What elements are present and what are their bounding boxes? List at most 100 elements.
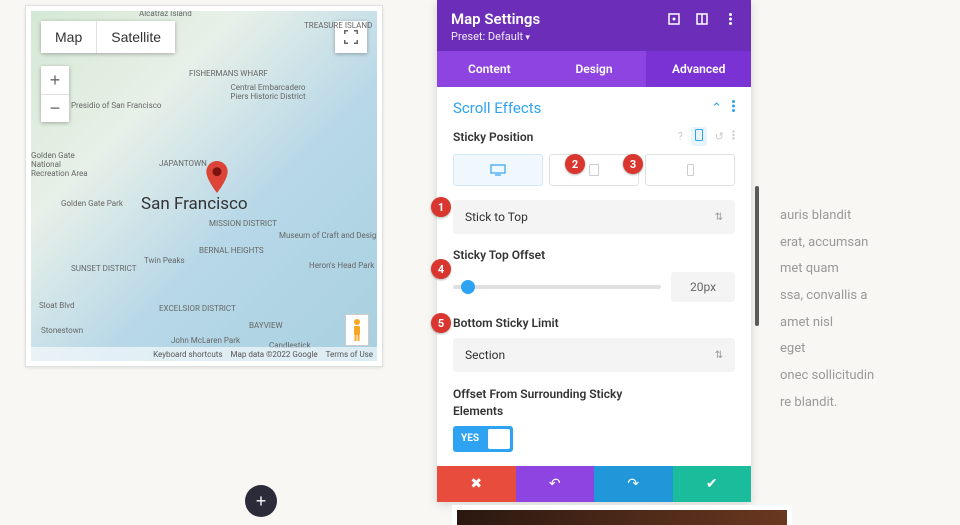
settings-header: Map Settings Preset: Default bbox=[437, 0, 751, 51]
text-line: erat, accumsan bbox=[780, 231, 935, 256]
zoom-out-button[interactable]: − bbox=[41, 94, 69, 122]
desktop-device-button[interactable] bbox=[453, 154, 543, 186]
offset-value-input[interactable]: 20px bbox=[671, 272, 735, 302]
map-label: Golden Gate Park bbox=[61, 199, 123, 208]
map-marker-icon bbox=[206, 161, 228, 193]
tab-advanced[interactable]: Advanced bbox=[646, 51, 751, 87]
phone-device-button[interactable] bbox=[645, 154, 735, 186]
pegman-button[interactable] bbox=[345, 314, 369, 346]
offset-slider[interactable] bbox=[453, 285, 661, 289]
updown-icon: ⇅ bbox=[715, 212, 723, 223]
tablet-icon bbox=[589, 164, 599, 176]
terms-link[interactable]: Terms of Use bbox=[326, 350, 373, 359]
map-footer: Keyboard shortcuts Map data ©2022 Google… bbox=[31, 347, 377, 361]
map-label: EXCELSIOR DISTRICT bbox=[159, 304, 236, 313]
select-value: Stick to Top bbox=[465, 210, 528, 224]
zoom-in-button[interactable]: + bbox=[41, 66, 69, 94]
check-icon: ✔ bbox=[706, 475, 718, 492]
pegman-icon bbox=[350, 318, 364, 342]
annotation-badge-5: 5 bbox=[431, 313, 451, 333]
updown-icon: ⇅ bbox=[715, 350, 723, 361]
map-label: MISSION DISTRICT bbox=[209, 219, 277, 228]
map-area[interactable]: Map Satellite + − San Francisco Alcatraz… bbox=[31, 11, 377, 361]
text-line: re blandit. bbox=[780, 391, 935, 416]
image-preview bbox=[452, 505, 792, 525]
action-bar: ✖ ↶ ↷ ✔ bbox=[437, 466, 751, 502]
tabs: Content Design Advanced bbox=[437, 51, 751, 87]
map-panel: Map Satellite + − San Francisco Alcatraz… bbox=[25, 5, 383, 367]
map-label: Central Embarcadero Piers Historic Distr… bbox=[228, 83, 308, 101]
annotation-badge-3: 3 bbox=[623, 154, 643, 174]
plus-icon: + bbox=[256, 491, 267, 512]
map-label: Sloat Blvd bbox=[39, 301, 74, 310]
desktop-icon bbox=[490, 164, 506, 176]
offset-surrounding-label: Offset From Surrounding Sticky Elements bbox=[453, 386, 623, 420]
more-icon[interactable] bbox=[723, 12, 737, 26]
city-label: San Francisco bbox=[141, 194, 248, 214]
scroll-indicator[interactable] bbox=[755, 186, 759, 326]
chevron-up-icon[interactable]: ⌃ bbox=[711, 101, 722, 116]
sticky-top-offset-label: Sticky Top Offset bbox=[453, 248, 735, 262]
map-label: Heron's Head Park bbox=[309, 261, 374, 270]
background-text: auris blandit erat, accumsan met quam ss… bbox=[780, 204, 935, 418]
satellite-button[interactable]: Satellite bbox=[96, 21, 175, 53]
offset-surrounding-toggle[interactable]: YES bbox=[453, 426, 513, 452]
save-button[interactable]: ✔ bbox=[673, 466, 752, 502]
select-value: Section bbox=[465, 348, 505, 362]
map-label: Golden Gate National Recreation Area bbox=[31, 151, 91, 178]
slider-thumb[interactable] bbox=[461, 280, 475, 294]
annotation-badge-2: 2 bbox=[565, 154, 585, 174]
add-module-button[interactable]: + bbox=[245, 485, 277, 517]
device-selector bbox=[453, 154, 735, 186]
keyboard-shortcuts-link[interactable]: Keyboard shortcuts bbox=[153, 350, 222, 359]
map-label: Stonestown bbox=[41, 326, 83, 335]
text-line: onec sollicitudin bbox=[780, 364, 935, 389]
annotation-badge-1: 1 bbox=[431, 197, 451, 217]
tab-content[interactable]: Content bbox=[437, 51, 542, 87]
section-content: 1 2 3 4 5 Sticky Position ? ↺ Stick to T… bbox=[437, 127, 751, 466]
undo-button[interactable]: ↶ bbox=[516, 466, 595, 502]
map-label: Presidio of San Francisco bbox=[71, 101, 162, 110]
map-label: Alcatraz Island bbox=[139, 11, 192, 18]
bottom-limit-select[interactable]: Section ⇅ bbox=[453, 338, 735, 372]
cancel-button[interactable]: ✖ bbox=[437, 466, 516, 502]
map-button[interactable]: Map bbox=[41, 21, 96, 53]
map-label: BERNAL HEIGHTS bbox=[199, 246, 264, 255]
text-line: met quam bbox=[780, 257, 935, 282]
phone-icon bbox=[687, 164, 694, 176]
preset-selector[interactable]: Preset: Default bbox=[451, 30, 737, 43]
text-line: amet nisl bbox=[780, 311, 935, 336]
map-label: JAPANTOWN bbox=[159, 159, 207, 168]
stick-to-select[interactable]: Stick to Top ⇅ bbox=[453, 200, 735, 234]
fullscreen-icon bbox=[344, 30, 358, 44]
bottom-sticky-limit-label: Bottom Sticky Limit bbox=[453, 316, 735, 330]
text-line: ssa, convallis a bbox=[780, 284, 935, 309]
map-data-label: Map data ©2022 Google bbox=[231, 350, 318, 359]
tab-design[interactable]: Design bbox=[542, 51, 647, 87]
split-icon[interactable] bbox=[695, 12, 709, 26]
toggle-label: YES bbox=[461, 433, 479, 444]
section-header[interactable]: Scroll Effects ⌃ bbox=[437, 87, 751, 127]
sticky-position-label: Sticky Position bbox=[453, 130, 533, 144]
map-label: SUNSET DISTRICT bbox=[71, 264, 137, 273]
more-icon[interactable] bbox=[732, 130, 735, 143]
more-icon[interactable] bbox=[732, 100, 735, 116]
undo-icon: ↶ bbox=[549, 475, 561, 492]
settings-panel: Map Settings Preset: Default Content Des… bbox=[437, 0, 751, 502]
close-icon: ✖ bbox=[470, 475, 482, 492]
map-type-toggle: Map Satellite bbox=[41, 21, 175, 53]
toggle-knob bbox=[488, 429, 510, 449]
text-line: eget bbox=[780, 337, 935, 362]
phone-icon[interactable] bbox=[691, 127, 707, 146]
map-label: John McLaren Park bbox=[171, 336, 240, 345]
help-icon[interactable]: ? bbox=[678, 130, 683, 143]
map-label: Museum of Craft and Design bbox=[279, 231, 377, 240]
annotation-badge-4: 4 bbox=[431, 259, 451, 279]
section-title: Scroll Effects bbox=[453, 99, 541, 117]
reset-icon[interactable]: ↺ bbox=[715, 130, 724, 143]
text-line: auris blandit bbox=[780, 204, 935, 229]
zoom-controls: + − bbox=[41, 66, 69, 122]
redo-icon: ↷ bbox=[627, 475, 639, 492]
target-icon[interactable] bbox=[667, 12, 681, 26]
redo-button[interactable]: ↷ bbox=[594, 466, 673, 502]
